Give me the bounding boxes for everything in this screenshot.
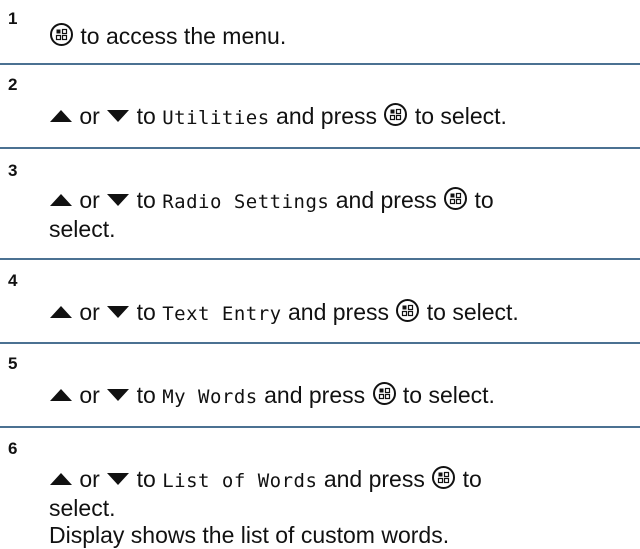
menu-target: Text Entry [162, 303, 282, 325]
to-text: to [136, 382, 156, 408]
select-text: select. [49, 495, 116, 521]
or-text: or [79, 299, 100, 325]
step-2: 2 or to Utilities and press to select. [0, 65, 640, 145]
step-5: 5 or to My Words and press to select. [0, 344, 640, 424]
to-text: to [136, 299, 156, 325]
down-arrow-icon [107, 306, 130, 318]
step-text: or to Utilities and press to select. [49, 102, 636, 132]
step-3: 3 or to Radio Settings and press to sele… [0, 149, 640, 256]
or-text: or [79, 382, 100, 408]
down-arrow-icon [107, 194, 130, 206]
select-text: to select. [414, 103, 507, 129]
menu-target: Utilities [162, 107, 270, 129]
menu-ok-button-icon [444, 187, 468, 210]
step-number: 6 [8, 439, 18, 458]
step-text: or to My Words and press to select. [49, 381, 636, 411]
step-text: or to Radio Settings and press to select… [49, 186, 636, 243]
menu-ok-button-icon [432, 466, 456, 489]
step-1: 1 to access the menu. [0, 0, 640, 60]
press-text: and press [323, 466, 425, 492]
press-text: and press [335, 187, 437, 213]
step-4: 4 or to Text Entry and press to select. [0, 260, 640, 340]
to-text: to [136, 466, 156, 492]
select-text: to select. [402, 382, 495, 408]
step-6: 6 or to List of Words and press to selec… [0, 428, 640, 548]
menu-target: My Words [162, 386, 258, 408]
menu-target: Radio Settings [162, 191, 330, 213]
up-arrow-icon [50, 473, 72, 485]
menu-ok-button-icon [396, 299, 420, 322]
or-text: or [79, 103, 100, 129]
up-arrow-icon [50, 194, 72, 206]
to-text: to [474, 187, 494, 213]
down-arrow-icon [107, 110, 130, 122]
up-arrow-icon [50, 110, 72, 122]
to-text: to [136, 103, 156, 129]
down-arrow-icon [107, 473, 130, 485]
down-arrow-icon [107, 389, 130, 401]
to-text: to [136, 187, 156, 213]
step-text: or to List of Words and press to select.… [49, 465, 636, 549]
menu-ok-button-icon [384, 103, 408, 126]
step-number: 2 [8, 75, 18, 94]
up-arrow-icon [50, 306, 72, 318]
step-number: 3 [8, 161, 18, 180]
step-text: or to Text Entry and press to select. [49, 298, 636, 328]
or-text: or [79, 466, 100, 492]
select-text: to select. [426, 299, 519, 325]
step-number: 1 [8, 9, 18, 28]
step-text: to access the menu. [49, 22, 636, 50]
to-text: to [462, 466, 482, 492]
menu-ok-button-icon [50, 23, 73, 46]
step-number: 4 [8, 271, 18, 290]
up-arrow-icon [50, 389, 72, 401]
menu-ok-button-icon [372, 382, 396, 405]
press-text: and press [264, 382, 366, 408]
result-note: Display shows the list of custom words. [49, 522, 450, 548]
step-number: 5 [8, 354, 18, 373]
press-text: and press [287, 299, 389, 325]
menu-target: List of Words [162, 470, 318, 492]
step-instruction: to access the menu. [80, 23, 287, 49]
select-text: select. [49, 216, 116, 242]
press-text: and press [276, 103, 378, 129]
or-text: or [79, 187, 100, 213]
